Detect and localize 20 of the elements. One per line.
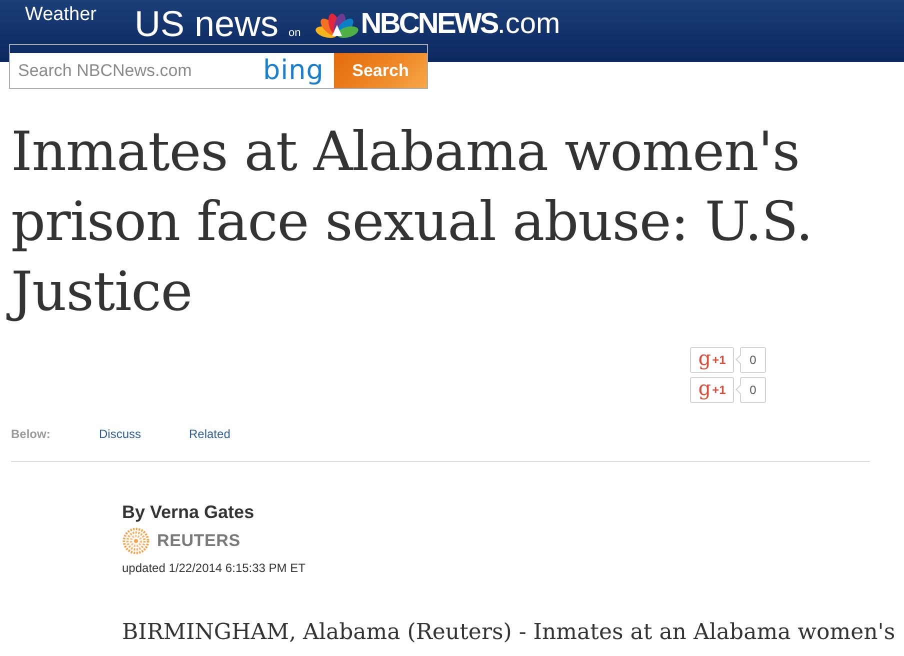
- peacock-icon: [314, 12, 359, 38]
- plus-one-button[interactable]: g+1: [690, 377, 734, 403]
- below-label: Below:: [11, 427, 52, 441]
- article-headline: Inmates at Alabama women's prison face sexual abuse: U.S. Justice: [4, 117, 851, 331]
- share-count: 0: [735, 377, 766, 403]
- updated-time: updated 1/22/2014 6:15:33 PM ET: [122, 561, 306, 575]
- reuters-logo-icon: [122, 527, 150, 555]
- share-count: 0: [735, 347, 766, 373]
- section-link[interactable]: Related: [189, 427, 279, 441]
- article-body: BIRMINGHAM, Alabama (Reuters) - Inmates at an Alabama women's: [122, 620, 896, 645]
- section-link[interactable]: Discuss: [99, 427, 189, 441]
- site-logo[interactable]: NBCNEWS.com: [360, 8, 560, 40]
- source-name: REUTERS: [157, 531, 240, 551]
- search-box[interactable]: Search NBCNews.com bing Search: [9, 44, 428, 89]
- section-title: US news: [134, 4, 279, 44]
- bing-logo: bing: [260, 53, 334, 88]
- on-label: on: [288, 27, 301, 39]
- plus-one-button[interactable]: g+1: [690, 347, 734, 373]
- weather-link[interactable]: Weather: [25, 4, 96, 26]
- byline: By Verna Gates: [122, 501, 256, 523]
